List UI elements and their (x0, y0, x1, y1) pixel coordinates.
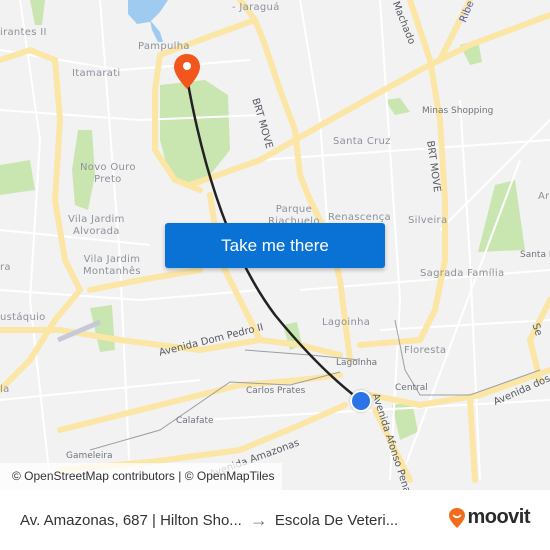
pampulha-lagoon (128, 0, 168, 24)
map-attribution[interactable]: © OpenStreetMap contributors | © OpenMap… (0, 463, 283, 490)
moovit-wordmark: moovit (467, 506, 530, 528)
label-silveira: Silveira (408, 215, 448, 226)
label-calafate: Calafate (176, 416, 214, 426)
park-north-left (30, 0, 45, 25)
park-east (478, 180, 525, 252)
moovit-pin-icon (449, 507, 466, 528)
road-east-south (467, 397, 478, 483)
label-mirantes: irantes II (0, 27, 47, 38)
destination-pin-icon[interactable] (172, 53, 202, 91)
lagoon-channel (150, 20, 163, 42)
label-la-partial: la (0, 384, 10, 395)
label-ar-partial: Ar (538, 191, 550, 202)
park-minas (385, 98, 410, 115)
road-diagonal-ne (187, 12, 550, 188)
label-vila-jardim-montanhes: Vila Jardim Montanhês (83, 254, 141, 277)
label-sagrada-familia: Sagrada Família (420, 268, 505, 279)
origin-location-icon[interactable] (350, 390, 372, 412)
destination-stop-name: Escola De Veteri... (274, 511, 399, 529)
label-central: Central (395, 383, 428, 393)
arrow-right-icon: → (249, 509, 268, 530)
label-jaragua: - Jaraguá (232, 2, 280, 13)
moovit-logo: moovit (449, 506, 530, 529)
map-view[interactable]: - Jaraguá Pampulha Itamarati irantes II … (0, 0, 550, 490)
label-pampulha: Pampulha (138, 41, 190, 52)
label-carlos-prates: Carlos Prates (246, 386, 306, 396)
label-lagoinha-district: Lagoinha (322, 317, 371, 328)
origin-stop-name: Av. Amazonas, 687 | Hilton Sho... (20, 511, 242, 529)
label-novo-ouro-preto: Novo Ouro Preto (80, 162, 136, 185)
road-machado (407, 0, 433, 63)
label-floresta: Floresta (404, 345, 447, 356)
label-santa-cruz: Santa Cruz (333, 136, 391, 147)
label-itamarati: Itamarati (72, 68, 121, 79)
label-renascenca: Renascença (328, 212, 391, 223)
label-vila-jardim-alvorada: Vila Jardim Alvorada (68, 214, 125, 237)
label-minas-shopping: Minas Shopping (422, 106, 494, 116)
park-airport (90, 305, 115, 352)
park-west (0, 160, 35, 195)
take-me-there-button[interactable]: Take me there (165, 223, 385, 268)
label-gameleira: Gameleira (66, 451, 113, 461)
label-santa-ines: Santa In (520, 250, 550, 260)
label-eustaquio: ustáquio (0, 312, 46, 323)
label-lagoinha-station: Lagoinha (336, 358, 378, 368)
label-ra-partial: ra (0, 262, 11, 273)
